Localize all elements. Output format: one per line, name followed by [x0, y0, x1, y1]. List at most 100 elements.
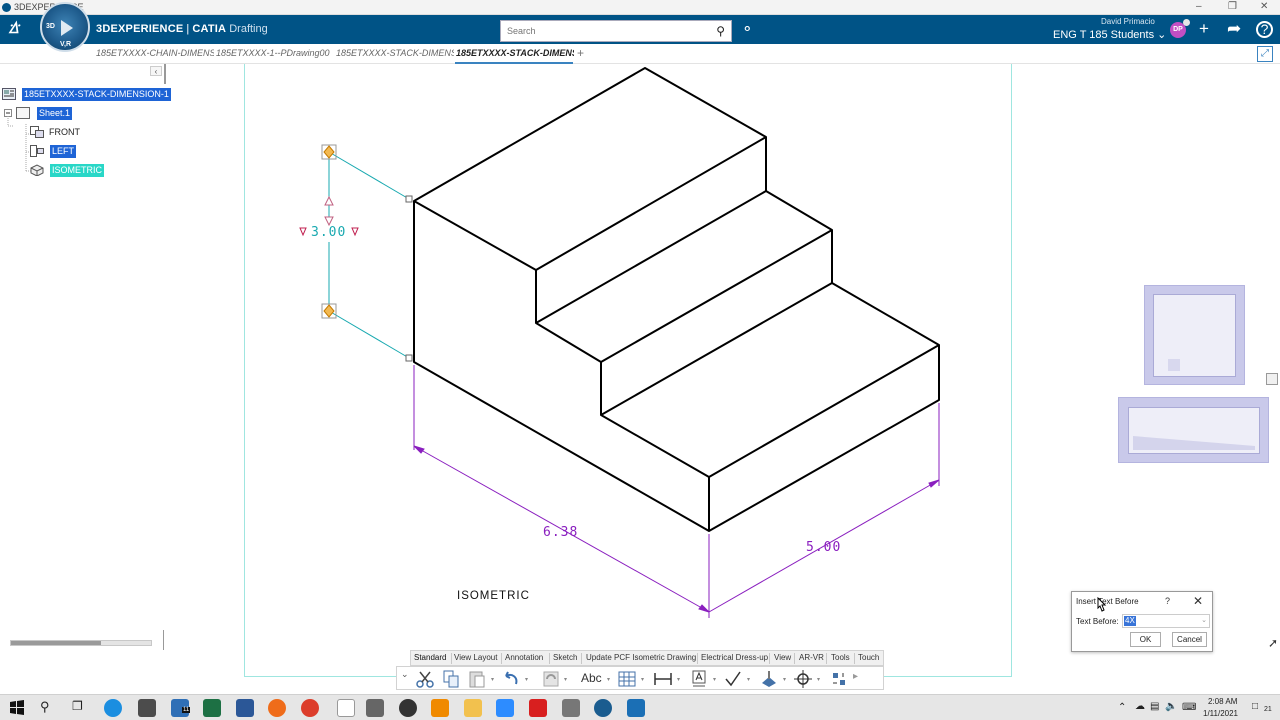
- collapse-tree-icon[interactable]: ‹: [150, 66, 162, 76]
- center-line-icon[interactable]: [793, 669, 813, 689]
- edge-icon[interactable]: [104, 699, 122, 717]
- tree-item-root[interactable]: 185ETXXXX-STACK-DIMENSION-1: [2, 88, 171, 102]
- clock-date[interactable]: 1/11/2021: [1203, 709, 1238, 718]
- text-tool-icon[interactable]: Abc: [581, 671, 605, 691]
- word-icon[interactable]: [236, 699, 254, 717]
- acrobat-icon[interactable]: [529, 699, 547, 717]
- notification-icon[interactable]: □: [1252, 701, 1258, 712]
- calculator-icon[interactable]: [366, 699, 384, 717]
- dimension-dropdown-icon[interactable]: ▾: [677, 676, 683, 683]
- fullscreen-icon[interactable]: ⤢: [1257, 46, 1273, 62]
- chrome-icon[interactable]: [301, 699, 319, 717]
- collab-space-dropdown[interactable]: ENG T 185 Students ⌄: [1053, 28, 1166, 41]
- tab-chain-dimension[interactable]: 185ETXXXX-CHAIN-DIMENSION: [96, 48, 214, 58]
- help-icon[interactable]: ?: [1256, 21, 1273, 38]
- tag-icon[interactable]: ⚬: [741, 20, 754, 38]
- zoom-icon[interactable]: [496, 699, 514, 717]
- close-window-button[interactable]: ✕: [1260, 1, 1268, 12]
- paint-icon[interactable]: [562, 699, 580, 717]
- chevron-down-icon[interactable]: ⌄: [401, 669, 409, 680]
- roughness-dropdown-icon[interactable]: ▾: [747, 676, 753, 683]
- resize-arrow-icon[interactable]: ➚: [1268, 636, 1278, 650]
- close-icon[interactable]: ✕: [1193, 594, 1203, 608]
- sheet-thumbnail-portrait[interactable]: [1144, 285, 1245, 385]
- search-input[interactable]: [501, 21, 701, 41]
- windows-start-icon[interactable]: [8, 699, 26, 717]
- tree-item-left[interactable]: LEFT: [30, 145, 130, 159]
- tab-view[interactable]: View: [774, 653, 791, 662]
- store-icon[interactable]: [138, 699, 156, 717]
- maximize-button[interactable]: ❐: [1228, 1, 1237, 12]
- text-before-combo[interactable]: 4X ⌄: [1122, 614, 1210, 628]
- cut-icon[interactable]: [415, 669, 435, 689]
- help-icon[interactable]: ?: [1165, 596, 1170, 606]
- text-before-value[interactable]: 4X: [1124, 616, 1136, 626]
- cancel-button[interactable]: Cancel: [1172, 632, 1207, 647]
- update-dropdown-icon[interactable]: ▾: [564, 676, 570, 683]
- keyboard-icon[interactable]: ⌨: [1182, 702, 1196, 713]
- clock-time[interactable]: 2:08 AM: [1208, 697, 1237, 706]
- add-icon[interactable]: +: [1199, 19, 1209, 39]
- tab-view-layout[interactable]: View Layout: [454, 653, 497, 662]
- tab-ar-vr[interactable]: AR-VR: [799, 653, 824, 662]
- update-icon[interactable]: [541, 669, 561, 689]
- search-box[interactable]: ⚲: [500, 20, 732, 42]
- dress-up-icon[interactable]: [759, 669, 779, 689]
- minimize-button[interactable]: –: [1196, 1, 1202, 12]
- compass-widget[interactable]: 3D V,R: [40, 2, 90, 52]
- tree-item-front[interactable]: FRONT: [30, 126, 130, 140]
- tree-item-isometric[interactable]: ISOMETRIC: [30, 164, 130, 178]
- paste-icon[interactable]: [467, 669, 487, 689]
- add-tab-icon[interactable]: +: [577, 46, 584, 60]
- undo-dropdown-icon[interactable]: ▾: [525, 676, 531, 683]
- tab-standard[interactable]: Standard: [414, 653, 446, 662]
- dress-up-dropdown-icon[interactable]: ▾: [783, 676, 789, 683]
- center-line-dropdown-icon[interactable]: ▾: [817, 676, 823, 683]
- tab-update-pcf[interactable]: Update PCF Isometric Drawing: [586, 653, 696, 662]
- network-icon[interactable]: ▤: [1150, 701, 1159, 712]
- table-dropdown-icon[interactable]: ▾: [641, 676, 647, 683]
- generate-dimensions-icon[interactable]: [829, 669, 849, 689]
- paste-dropdown-icon[interactable]: ▾: [491, 676, 497, 683]
- tree-horizontal-scrollbar[interactable]: [10, 640, 152, 646]
- notepad-icon[interactable]: [337, 699, 355, 717]
- dimension-icon[interactable]: [653, 669, 673, 689]
- panel-toggle-icon[interactable]: [1266, 373, 1278, 385]
- obs-icon[interactable]: [399, 699, 417, 717]
- more-tools-icon[interactable]: ▸: [853, 671, 861, 691]
- tab-annotation[interactable]: Annotation: [505, 653, 543, 662]
- ok-button[interactable]: OK: [1130, 632, 1161, 647]
- tree-splitter-bottom[interactable]: [163, 630, 164, 650]
- 3dexperience-icon[interactable]: [594, 699, 612, 717]
- vlc-icon[interactable]: [431, 699, 449, 717]
- tab-touch[interactable]: Touch: [858, 653, 879, 662]
- excel-icon[interactable]: [203, 699, 221, 717]
- copy-icon[interactable]: [441, 669, 461, 689]
- volume-icon[interactable]: 🔈: [1165, 701, 1177, 712]
- tab-stack-dimension[interactable]: 185ETXXXX-STACK-DIMENSION: [336, 48, 454, 58]
- search-icon[interactable]: ⚲: [40, 699, 58, 717]
- sheet-thumbnail-landscape[interactable]: [1118, 397, 1269, 463]
- cloud-icon[interactable]: ☁: [1135, 701, 1145, 712]
- text-dropdown-icon[interactable]: ▾: [607, 676, 613, 683]
- catia-icon[interactable]: [627, 699, 645, 717]
- tray-chevron-icon[interactable]: ⌃: [1118, 702, 1126, 713]
- tab-stack-dimension-active[interactable]: 185ETXXXX-STACK-DIMENSION: [456, 48, 574, 58]
- tree-splitter[interactable]: [164, 64, 166, 84]
- file-explorer-icon[interactable]: [464, 699, 482, 717]
- tab-electrical-dress-up[interactable]: Electrical Dress-up: [701, 653, 768, 662]
- table-icon[interactable]: [617, 669, 637, 689]
- undo-icon[interactable]: [501, 669, 521, 689]
- search-icon[interactable]: ⚲: [716, 24, 725, 38]
- text-frame-dropdown-icon[interactable]: ▾: [713, 676, 719, 683]
- task-view-icon[interactable]: ❐: [72, 699, 90, 717]
- tab-sketch[interactable]: Sketch: [553, 653, 577, 662]
- roughness-icon[interactable]: [723, 669, 743, 689]
- tab-tools[interactable]: Tools: [831, 653, 850, 662]
- scrollbar-thumb[interactable]: [11, 641, 101, 645]
- share-icon[interactable]: ➦: [1227, 19, 1241, 39]
- tab-pdrawing[interactable]: 185ETXXXX-1--PDrawing00: [216, 48, 334, 58]
- firefox-icon[interactable]: [268, 699, 286, 717]
- text-frame-icon[interactable]: [689, 669, 709, 689]
- chevron-down-icon[interactable]: ⌄: [1201, 616, 1207, 624]
